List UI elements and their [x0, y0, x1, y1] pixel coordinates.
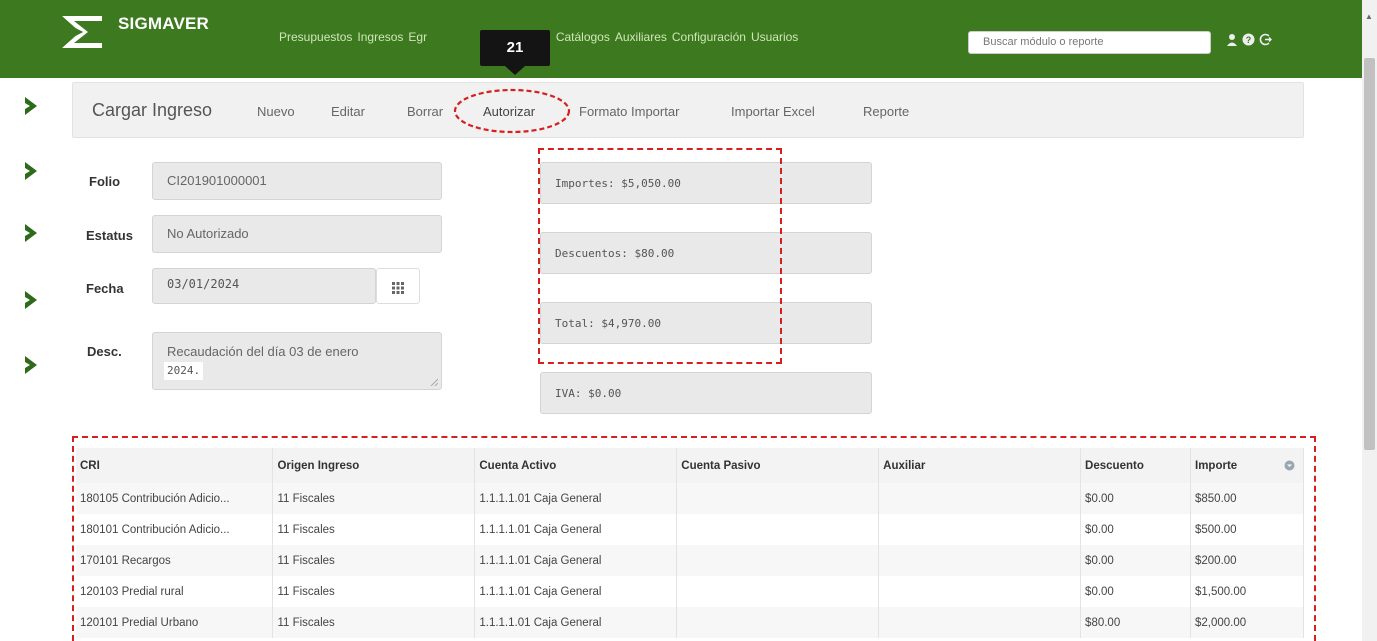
scrollbar-thumb[interactable]: [1364, 58, 1375, 450]
formato-importar-button[interactable]: Formato Importar: [579, 104, 679, 119]
estatus-field[interactable]: No Autorizado: [152, 215, 442, 253]
step-callout-arrow: [505, 66, 525, 75]
sigmaver-logo-icon: [62, 16, 102, 48]
chevron-right-icon[interactable]: [20, 289, 42, 311]
user-icon[interactable]: [1226, 33, 1238, 46]
nuevo-button[interactable]: Nuevo: [257, 104, 295, 119]
fecha-label: Fecha: [86, 281, 124, 296]
nav-ingresos[interactable]: Ingresos: [357, 0, 403, 44]
search-input[interactable]: Buscar módulo o reporte: [968, 31, 1211, 54]
borrar-button[interactable]: Borrar: [407, 104, 443, 119]
page-title: Cargar Ingreso: [92, 100, 213, 120]
chevron-right-icon[interactable]: [20, 160, 42, 182]
chevron-right-icon[interactable]: [20, 354, 42, 376]
autorizar-highlight: [453, 88, 571, 134]
iva-field: IVA: $0.00: [540, 372, 872, 414]
importar-excel-button[interactable]: Importar Excel: [731, 104, 815, 119]
calendar-icon: [392, 281, 404, 294]
svg-text:?: ?: [1246, 35, 1252, 45]
scroll-up-icon[interactable]: ▲: [1365, 12, 1373, 21]
top-icons: ?: [1226, 33, 1272, 46]
desc-label: Desc.: [87, 344, 122, 359]
top-navbar: SIGMAVER Presupuestos Ingresos Egr tabil…: [0, 0, 1362, 78]
editar-button[interactable]: Editar: [331, 104, 365, 119]
calendar-button[interactable]: [376, 268, 420, 304]
reporte-button[interactable]: Reporte: [863, 104, 909, 119]
resize-handle-icon[interactable]: [430, 378, 438, 386]
help-icon[interactable]: ?: [1242, 33, 1255, 46]
nav-configuracion[interactable]: Configuración: [672, 0, 746, 44]
logout-icon[interactable]: [1259, 33, 1272, 46]
chevron-right-icon[interactable]: [20, 222, 42, 244]
nav-egresos[interactable]: Egr: [408, 0, 427, 44]
totals-highlight: [538, 148, 782, 364]
action-toolbar: Cargar Ingreso Nuevo Editar Borrar Autor…: [72, 82, 1304, 138]
nav-usuarios[interactable]: Usuarios: [751, 0, 798, 44]
nav-catalogos[interactable]: Catálogos: [556, 0, 610, 44]
desc-textarea[interactable]: Recaudación del día 03 de enero 2024.: [152, 332, 442, 390]
brand-name: SIGMAVER: [118, 14, 210, 33]
table-highlight: [72, 436, 1316, 641]
desc-line-1: Recaudación del día 03 de enero: [167, 344, 359, 359]
estatus-label: Estatus: [86, 228, 133, 243]
folio-field[interactable]: CI201901000001: [152, 162, 442, 200]
chevron-right-icon[interactable]: [20, 95, 42, 117]
app-window: SIGMAVER Presupuestos Ingresos Egr tabil…: [0, 0, 1377, 641]
nav-auxiliares[interactable]: Auxiliares: [615, 0, 667, 44]
folio-label: Folio: [89, 174, 121, 189]
desc-line-2: 2024.: [164, 362, 204, 380]
step-callout: 21: [480, 30, 550, 66]
nav-presupuestos[interactable]: Presupuestos: [279, 0, 352, 44]
fecha-field[interactable]: 03/01/2024: [152, 268, 376, 304]
